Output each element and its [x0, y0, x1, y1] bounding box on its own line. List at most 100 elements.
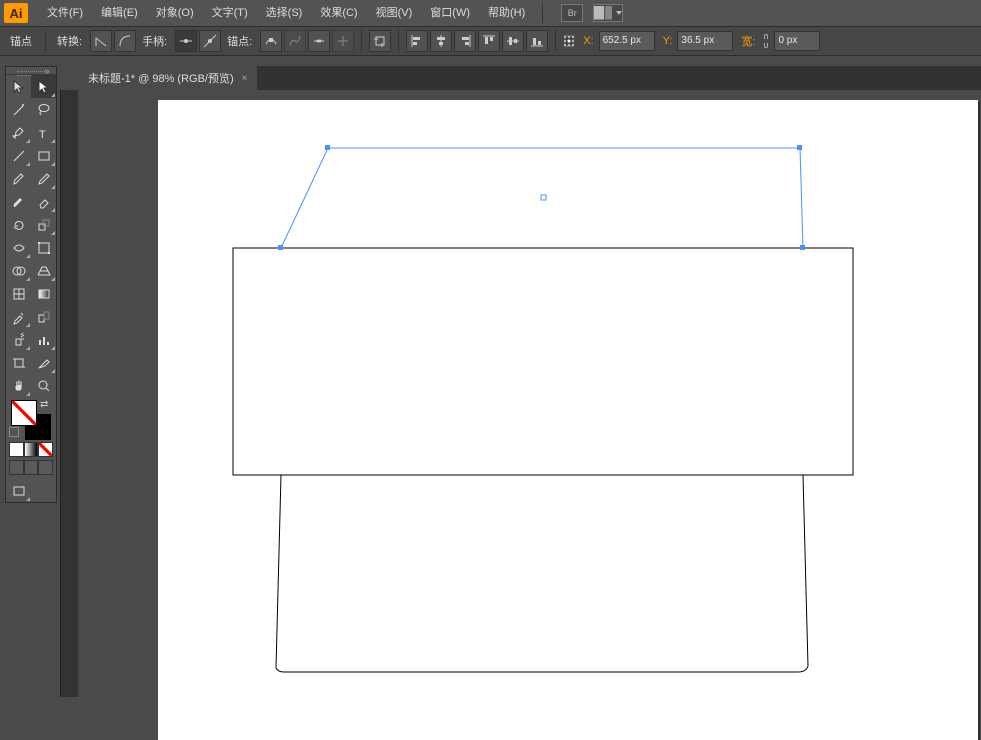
selection-tool[interactable] [6, 75, 31, 98]
mesh-icon [11, 286, 27, 302]
panel-grip[interactable]: » [6, 67, 56, 75]
slice-tool[interactable] [31, 351, 56, 374]
direct-selection-icon [36, 79, 52, 95]
shape-builder-tool[interactable] [6, 259, 31, 282]
connect-anchors-button[interactable] [284, 30, 306, 52]
hand-tool[interactable] [6, 374, 31, 397]
menu-window[interactable]: 窗口(W) [421, 0, 479, 26]
none-button[interactable] [38, 442, 53, 457]
artboard-tool[interactable] [6, 351, 31, 374]
gradient-tool[interactable] [31, 282, 56, 305]
magic-wand-icon [11, 102, 27, 118]
rectangle-tool[interactable] [31, 144, 56, 167]
paintbrush-icon [11, 171, 27, 187]
menu-select[interactable]: 选择(S) [257, 0, 312, 26]
menu-help[interactable]: 帮助(H) [479, 0, 534, 26]
magic-wand-tool[interactable] [6, 98, 31, 121]
pen-icon [11, 125, 27, 141]
line-tool[interactable] [6, 144, 31, 167]
column-graph-tool[interactable] [31, 328, 56, 351]
canvas[interactable] [78, 90, 981, 697]
paintbrush-tool[interactable] [6, 167, 31, 190]
corner-anchor-icon [94, 34, 108, 48]
document-tabstrip: 未标题-1* @ 98% (RGB/预览) × [78, 66, 981, 90]
draw-behind-button[interactable] [24, 460, 39, 475]
app-logo: Ai [4, 3, 28, 23]
hide-handles-button[interactable] [199, 30, 221, 52]
link-wh-button[interactable] [760, 31, 772, 51]
artwork [158, 100, 978, 740]
align-hcenter-button[interactable] [430, 30, 452, 52]
collapsed-panel-strip[interactable] [60, 90, 78, 697]
lasso-tool[interactable] [31, 98, 56, 121]
align-pixel-icon [336, 34, 350, 48]
menu-object[interactable]: 对象(O) [147, 0, 203, 26]
free-transform-tool[interactable] [31, 236, 56, 259]
isolate-button[interactable] [369, 30, 391, 52]
align-vcenter-button[interactable] [502, 30, 524, 52]
align-right-button[interactable] [454, 30, 476, 52]
menu-view[interactable]: 视图(V) [367, 0, 422, 26]
menu-edit[interactable]: 编辑(E) [92, 0, 147, 26]
eyedropper-tool[interactable] [6, 305, 31, 328]
align-left-button[interactable] [406, 30, 428, 52]
fill-swatch[interactable] [11, 400, 37, 426]
menu-effect[interactable]: 效果(C) [311, 0, 366, 26]
width-icon [11, 240, 27, 256]
screen-mode-button[interactable] [6, 479, 31, 502]
width-tool[interactable] [6, 236, 31, 259]
convert-to-smooth-button[interactable] [114, 30, 136, 52]
show-handles-button[interactable] [175, 30, 197, 52]
gradient-button[interactable] [24, 442, 39, 457]
direct-selection-tool[interactable] [31, 75, 56, 98]
pen-tool[interactable] [6, 121, 31, 144]
workspace-switcher[interactable] [593, 4, 623, 22]
type-tool[interactable]: T [31, 121, 56, 144]
scale-tool[interactable] [31, 213, 56, 236]
blob-brush-tool[interactable] [6, 190, 31, 213]
color-mode-row [6, 441, 56, 458]
rotate-tool[interactable] [6, 213, 31, 236]
symbol-sprayer-tool[interactable] [6, 328, 31, 351]
align-left-icon [410, 34, 424, 48]
eraser-tool[interactable] [31, 190, 56, 213]
bridge-button[interactable]: Br [561, 4, 583, 22]
draw-inside-button[interactable] [38, 460, 53, 475]
perspective-grid-tool[interactable] [31, 259, 56, 282]
align-pixel-button[interactable] [332, 30, 354, 52]
artboard[interactable] [158, 100, 978, 740]
close-tab-button[interactable]: × [242, 73, 248, 84]
hand-icon [11, 378, 27, 394]
hide-handles-icon [203, 34, 217, 48]
x-input[interactable] [599, 31, 655, 51]
pencil-tool[interactable] [31, 167, 56, 190]
align-bottom-button[interactable] [526, 30, 548, 52]
w-input[interactable] [774, 31, 820, 51]
cut-path-button[interactable] [308, 30, 330, 52]
line-icon [11, 148, 27, 164]
align-top-button[interactable] [478, 30, 500, 52]
anchor-label: 锚点 [10, 33, 32, 49]
fill-stroke-control[interactable]: ⇄ [6, 397, 56, 441]
convert-to-corner-button[interactable] [90, 30, 112, 52]
remove-anchor-button[interactable] [260, 30, 282, 52]
y-input[interactable] [677, 31, 733, 51]
options-bar: 锚点 转换: 手柄: 锚点: X: Y: 宽: [0, 26, 981, 56]
crop-icon [373, 34, 387, 48]
rectangle-icon [36, 148, 52, 164]
layout-icon [594, 6, 612, 20]
default-fill-stroke-icon[interactable] [9, 427, 19, 437]
document-tab[interactable]: 未标题-1* @ 98% (RGB/预览) × [78, 66, 257, 90]
reference-point[interactable] [563, 31, 575, 51]
swap-fill-stroke-icon[interactable]: ⇄ [40, 399, 48, 410]
zoom-tool[interactable] [31, 374, 56, 397]
color-button[interactable] [9, 442, 24, 457]
menu-file[interactable]: 文件(F) [38, 0, 92, 26]
draw-normal-button[interactable] [9, 460, 24, 475]
gradient-icon [36, 286, 52, 302]
menu-type[interactable]: 文字(T) [203, 0, 257, 26]
mesh-tool[interactable] [6, 282, 31, 305]
blend-tool[interactable] [31, 305, 56, 328]
anchors-label: 锚点: [227, 33, 252, 49]
pencil-icon [36, 171, 52, 187]
